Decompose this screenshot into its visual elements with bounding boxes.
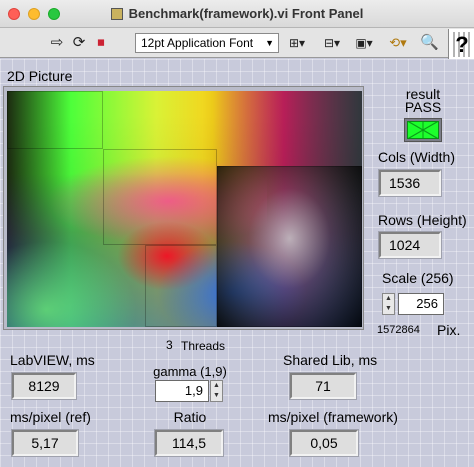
shared-lib-ms-indicator: 71	[290, 373, 356, 399]
result-led-indicator	[407, 121, 439, 139]
gamma-label: gamma (1,9)	[153, 364, 227, 379]
threads-label: Threads	[181, 339, 226, 353]
ms-per-pixel-framework-indicator: 0,05	[290, 430, 358, 456]
font-select-value: 12pt Application Font	[141, 36, 254, 50]
run-continuously-icon[interactable]: ⟳	[70, 33, 88, 53]
labview-ms-indicator: 8129	[12, 373, 76, 399]
scale-input[interactable]: 256	[398, 293, 444, 315]
threads-value: 3	[166, 338, 173, 352]
window-title-text: Benchmark(framework).vi Front Panel	[128, 6, 364, 21]
2d-picture-display[interactable]	[7, 91, 362, 327]
font-select[interactable]: 12pt Application Font ▼	[135, 33, 279, 53]
chevron-down-icon: ▼	[265, 38, 274, 48]
search-icon[interactable]: 🔍	[420, 33, 439, 53]
cols-indicator: 1536	[379, 170, 441, 196]
reorder-icon[interactable]: ⟲▾	[384, 33, 412, 53]
distribute-objects-icon[interactable]: ⊟▾	[318, 33, 346, 53]
abort-execution-icon[interactable]: ⏹	[92, 33, 110, 53]
pixel-count-value: 1572864	[377, 324, 420, 336]
rows-indicator: 1024	[379, 232, 441, 258]
scale-label: Scale (256)	[382, 270, 454, 286]
gamma-spinner[interactable]: ▲ ▼	[210, 380, 223, 402]
title-bar: Benchmark(framework).vi Front Panel	[0, 0, 474, 28]
ratio-indicator: 114,5	[155, 430, 223, 456]
picture-tile	[145, 245, 217, 327]
picture-tile	[7, 91, 103, 149]
align-objects-icon[interactable]: ⊞▾	[284, 33, 310, 53]
gamma-input[interactable]: 1,9	[155, 380, 209, 402]
pixel-count-label: Pix.	[437, 322, 461, 338]
ms-per-pixel-framework-label: ms/pixel (framework)	[268, 409, 398, 425]
resize-objects-icon[interactable]: ▣▾	[350, 33, 378, 53]
ratio-label: Ratio	[173, 409, 207, 425]
help-icon: ?	[453, 32, 471, 57]
scale-spinner[interactable]: ▲ ▼	[382, 293, 395, 315]
ms-per-pixel-ref-label: ms/pixel (ref)	[10, 409, 91, 425]
help-context-button[interactable]: ?	[448, 29, 474, 61]
ms-per-pixel-ref-indicator: 5,17	[12, 430, 78, 456]
rows-label: Rows (Height)	[378, 212, 467, 228]
window-title: Benchmark(framework).vi Front Panel	[0, 6, 474, 21]
vi-file-icon	[110, 8, 123, 20]
picture-tile	[103, 149, 217, 245]
run-arrow-icon[interactable]: ⇨	[48, 33, 66, 53]
picture-tile	[217, 166, 362, 327]
shared-lib-ms-label: Shared Lib, ms	[283, 352, 378, 368]
picture-label: 2D Picture	[7, 68, 73, 84]
cols-label: Cols (Width)	[378, 149, 456, 165]
toolbar: ⇨ ⟳ ⏹ 12pt Application Font ▼ ⊞▾ ⊟▾ ▣▾ ⟲…	[0, 28, 474, 58]
result-label-pass: PASS	[404, 99, 442, 115]
labview-ms-label: LabVIEW, ms	[10, 352, 95, 368]
